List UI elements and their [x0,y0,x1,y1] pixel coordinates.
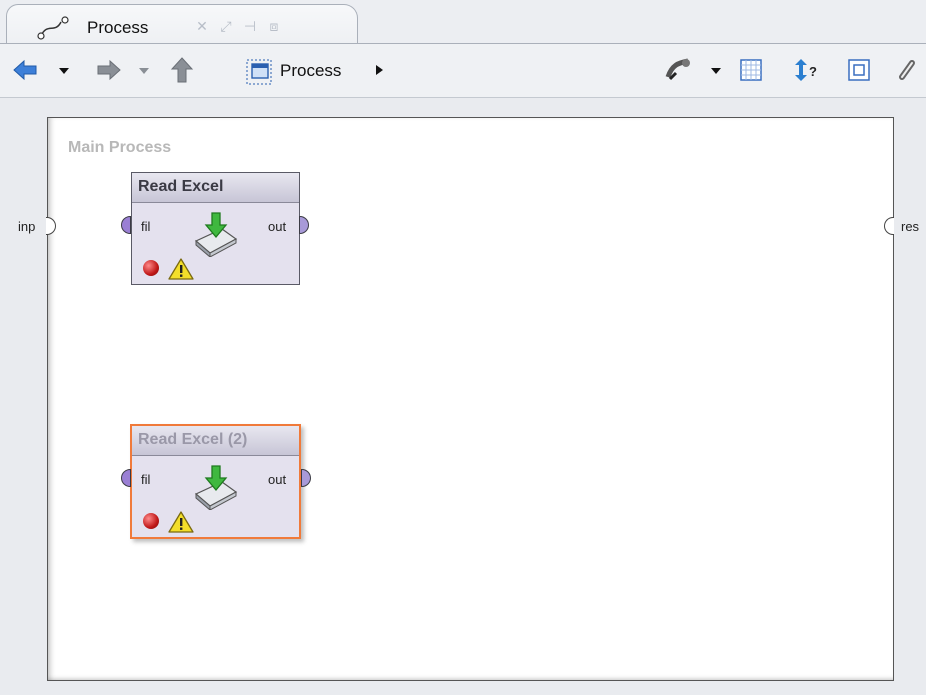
close-icon[interactable]: ✕ [193,17,211,35]
forward-dropdown-icon[interactable] [136,52,152,88]
tab-title: Process [87,18,149,37]
back-arrow-icon[interactable] [10,52,40,88]
breadcrumb-process[interactable]: Process [280,61,341,81]
fit-view-icon[interactable] [846,52,872,88]
link-icon[interactable] [896,52,924,88]
process-flow-icon [37,16,69,40]
maximize-icon[interactable]: ⤢ [217,17,235,35]
operator-title: Read Excel (2) [132,426,299,456]
back-dropdown-icon[interactable] [56,52,72,88]
process-tab[interactable]: Process ✕ ⤢ ⊣ ⧈ [6,4,358,44]
restore-icon[interactable]: ⧈ [265,17,283,35]
pin-icon[interactable]: ⊣ [241,17,259,35]
left-port-label: inp [18,219,36,234]
editor-tab-strip: Process ✕ ⤢ ⊣ ⧈ [0,0,926,44]
auto-wire-icon[interactable] [664,52,694,88]
order-execution-icon[interactable]: ? [792,52,822,88]
up-arrow-icon[interactable] [170,52,194,88]
import-download-icon [194,465,238,510]
operator-read-excel[interactable]: Read Excel fil out [131,172,300,285]
forward-arrow-icon[interactable] [94,52,124,88]
import-download-icon [194,212,238,257]
warning-icon[interactable] [167,257,195,281]
input-port-label: fil [141,472,151,487]
auto-wire-dropdown-icon[interactable] [708,52,724,88]
arrange-grid-icon[interactable] [738,52,764,88]
operator-read-excel-2[interactable]: Read Excel (2) fil out [130,424,301,539]
subprocess-icon [246,59,272,85]
operator-title: Read Excel [132,173,299,203]
output-port-label: out [268,472,287,487]
output-port-label: out [268,219,287,234]
input-port-label: fil [141,219,151,234]
svg-text:?: ? [809,64,817,79]
chevron-right-icon[interactable] [372,52,386,88]
status-error-icon [143,260,159,276]
canvas-title: Main Process [68,139,172,156]
status-error-icon [143,513,159,529]
right-port-label: res [901,219,920,234]
warning-icon[interactable] [167,510,195,534]
